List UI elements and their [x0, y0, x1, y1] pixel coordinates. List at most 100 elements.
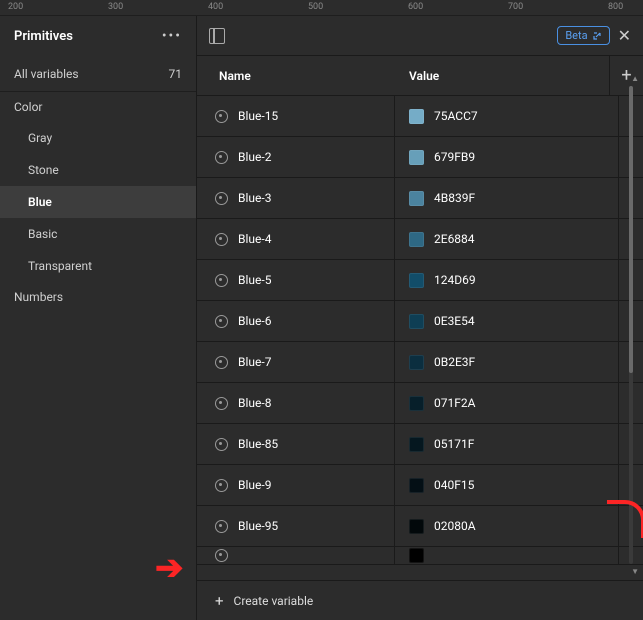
color-hex: 0B2E3F — [434, 355, 475, 369]
sidebar-item-blue[interactable]: Blue — [0, 186, 196, 218]
color-hex: 124D69 — [434, 273, 476, 287]
sidebar-item-stone[interactable]: Stone — [0, 154, 196, 186]
table-row[interactable]: Blue-6 0E3E54 — [197, 301, 643, 342]
color-variable-icon — [215, 233, 228, 246]
color-swatch — [409, 519, 424, 534]
color-variable-icon — [215, 479, 228, 492]
color-variable-icon — [215, 315, 228, 328]
variable-name-cell[interactable]: Blue-7 — [197, 342, 395, 382]
panel-title: Primitives — [14, 29, 73, 44]
variable-value-cell[interactable]: 0B2E3F — [395, 342, 619, 382]
scrollbar[interactable] — [629, 86, 633, 564]
table-row[interactable]: Blue-95 02080A — [197, 506, 643, 547]
variable-value-cell[interactable]: 02080A — [395, 506, 619, 546]
variable-name-cell[interactable]: Blue-95 — [197, 506, 395, 546]
close-icon[interactable]: ✕ — [618, 28, 631, 44]
color-hex: 4B839F — [434, 191, 475, 205]
variable-name: Blue-6 — [238, 314, 271, 328]
table-row[interactable]: Blue-9 040F15 — [197, 465, 643, 506]
color-swatch — [409, 232, 424, 247]
color-swatch — [409, 273, 424, 288]
variable-name-cell[interactable]: Blue-5 — [197, 260, 395, 300]
table-row[interactable] — [197, 547, 643, 565]
variable-value-cell[interactable]: 2E6884 — [395, 219, 619, 259]
beta-badge[interactable]: Beta — [557, 26, 609, 45]
variable-value-cell[interactable]: 0E3E54 — [395, 301, 619, 341]
variable-name: Blue-2 — [238, 150, 271, 164]
column-header-value[interactable]: Value — [395, 69, 609, 83]
variable-name-cell[interactable] — [197, 547, 395, 564]
table-row[interactable]: Blue-7 0B2E3F — [197, 342, 643, 383]
variable-name-cell[interactable]: Blue-3 — [197, 178, 395, 218]
more-options-icon[interactable]: ••• — [162, 28, 182, 44]
variable-name-cell[interactable]: Blue-9 — [197, 465, 395, 505]
color-variable-icon — [215, 192, 228, 205]
variable-value-cell[interactable] — [395, 547, 619, 564]
color-hex: 75ACC7 — [434, 109, 478, 123]
variable-name: Blue-8 — [238, 396, 271, 410]
color-variable-icon — [215, 520, 228, 533]
beta-label: Beta — [565, 29, 587, 42]
table-row[interactable]: Blue-15 75ACC7 — [197, 96, 643, 137]
table-row[interactable]: Blue-5 124D69 — [197, 260, 643, 301]
plus-icon: + — [215, 592, 224, 610]
variable-name-cell[interactable]: Blue-4 — [197, 219, 395, 259]
color-swatch — [409, 355, 424, 370]
color-variable-icon — [215, 397, 228, 410]
variable-name-cell[interactable]: Blue-2 — [197, 137, 395, 177]
sidebar-item-gray[interactable]: Gray — [0, 122, 196, 154]
external-link-icon — [592, 31, 602, 41]
color-hex: 02080A — [434, 519, 476, 533]
variable-value-cell[interactable]: 75ACC7 — [395, 96, 619, 136]
variable-name: Blue-15 — [238, 109, 278, 123]
color-hex: 071F2A — [434, 396, 475, 410]
table-row[interactable]: Blue-3 4B839F — [197, 178, 643, 219]
variable-name-cell[interactable]: Blue-8 — [197, 383, 395, 423]
table-row[interactable]: Blue-85 05171F — [197, 424, 643, 465]
variable-name: Blue-4 — [238, 232, 271, 246]
variable-value-cell[interactable]: 124D69 — [395, 260, 619, 300]
color-hex: 2E6884 — [434, 232, 475, 246]
scroll-up-icon[interactable]: ▲ — [631, 74, 639, 83]
variable-name-cell[interactable]: Blue-85 — [197, 424, 395, 464]
sidebar-section-label[interactable]: Numbers — [0, 282, 196, 312]
variable-name-cell[interactable]: Blue-6 — [197, 301, 395, 341]
create-variable-label: Create variable — [234, 594, 314, 608]
color-variable-icon — [215, 110, 228, 123]
color-hex: 040F15 — [434, 478, 474, 492]
sidebar: Primitives ••• All variables 71 ColorGra… — [0, 16, 197, 620]
all-variables-count: 71 — [169, 67, 183, 81]
color-swatch — [409, 548, 424, 563]
variable-name: Blue-9 — [238, 478, 271, 492]
variable-value-cell[interactable]: 040F15 — [395, 465, 619, 505]
sidebar-section-label[interactable]: Color — [0, 92, 196, 122]
color-variable-icon — [215, 274, 228, 287]
color-swatch — [409, 437, 424, 452]
variable-value-cell[interactable]: 679FB9 — [395, 137, 619, 177]
color-hex: 0E3E54 — [434, 314, 475, 328]
table-row[interactable]: Blue-2 679FB9 — [197, 137, 643, 178]
variable-name-cell[interactable]: Blue-15 — [197, 96, 395, 136]
color-variable-icon — [215, 151, 228, 164]
all-variables-row[interactable]: All variables 71 — [0, 56, 196, 92]
variable-name: Blue-95 — [238, 519, 278, 533]
variable-value-cell[interactable]: 4B839F — [395, 178, 619, 218]
color-swatch — [409, 396, 424, 411]
sidebar-item-transparent[interactable]: Transparent — [0, 250, 196, 282]
column-header-name[interactable]: Name — [197, 69, 395, 83]
table-header: Name Value + — [197, 56, 643, 96]
create-variable-button[interactable]: + Create variable — [197, 580, 643, 620]
canvas-ruler: 200 300 400 500 600 700 800 — [0, 0, 643, 16]
color-hex: 05171F — [434, 437, 474, 451]
scrollbar-thumb[interactable] — [629, 86, 633, 373]
variable-value-cell[interactable]: 071F2A — [395, 383, 619, 423]
all-variables-label: All variables — [14, 67, 79, 81]
table-row[interactable]: Blue-4 2E6884 — [197, 219, 643, 260]
scroll-down-icon[interactable]: ▼ — [631, 567, 639, 576]
table-row[interactable]: Blue-8 071F2A — [197, 383, 643, 424]
variable-value-cell[interactable]: 05171F — [395, 424, 619, 464]
color-variable-icon — [215, 438, 228, 451]
panel-layout-icon[interactable] — [209, 28, 225, 44]
color-swatch — [409, 191, 424, 206]
sidebar-item-basic[interactable]: Basic — [0, 218, 196, 250]
